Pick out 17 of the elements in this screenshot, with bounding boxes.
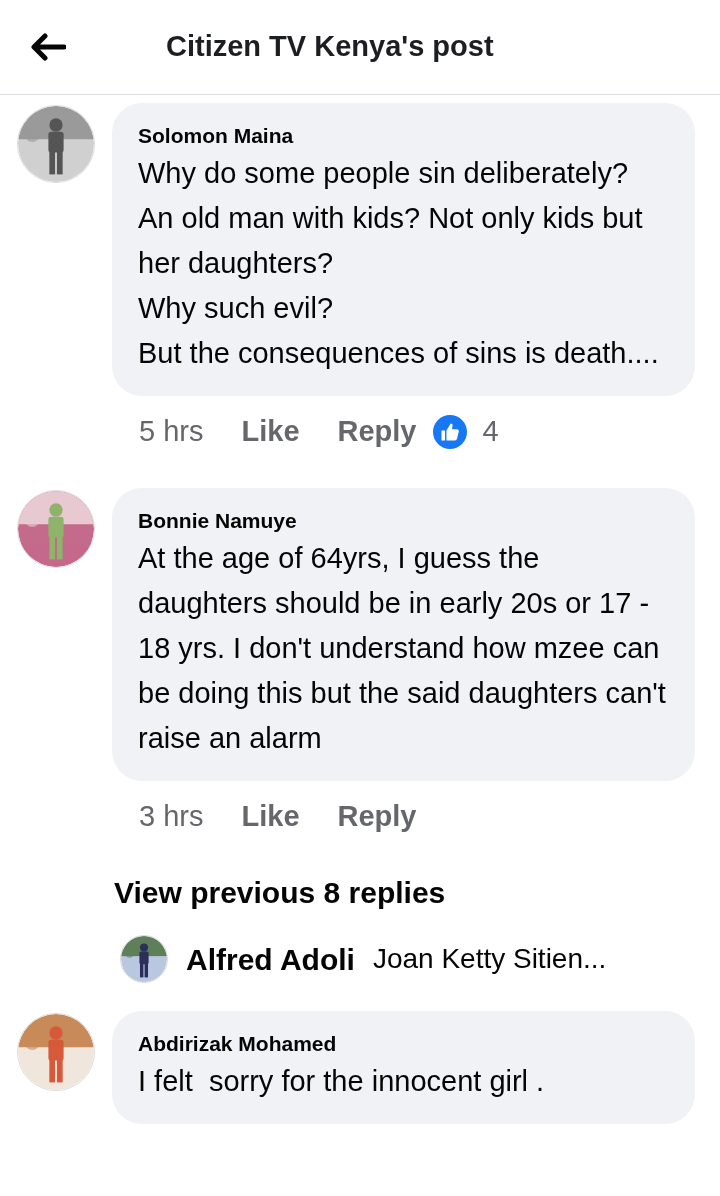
comment-time: 5 hrs xyxy=(139,414,204,449)
like-button[interactable]: Like xyxy=(241,794,300,838)
comment-text: I felt sorry for the innocent girl . xyxy=(138,1064,546,1099)
comment-text: At the age of 64yrs, I guess the daughters should be in early 20s or 17 - 18 yrs. I don't understand how mzee can be doing this but the said daughters can't raise an alarm xyxy=(138,540,667,756)
author-name[interactable]: Solomon Maina xyxy=(138,121,669,151)
comment-text: Why do some people sin deliberately? An old man with kids? Not only kids but her daughters? Why such evil? But the consequences of sins is death.... xyxy=(138,156,660,371)
reply-author[interactable]: Alfred Adoli xyxy=(186,936,355,982)
like-button[interactable]: Like xyxy=(241,410,300,454)
reply-preview[interactable]: Joan Ketty Sitien... xyxy=(372,938,607,980)
author-name[interactable]: Bonnie Namuye xyxy=(138,505,669,536)
author-name[interactable]: Abdirizak Mohamed xyxy=(138,1029,669,1059)
reply-button[interactable]: Reply xyxy=(337,410,417,454)
view-replies-link[interactable]: View previous 8 replies xyxy=(114,870,446,915)
reaction-count: 4 xyxy=(482,414,499,449)
comment-time: 3 hrs xyxy=(139,798,204,834)
page-title: Citizen TV Kenya's post xyxy=(166,29,494,65)
reply-button[interactable]: Reply xyxy=(337,794,417,838)
